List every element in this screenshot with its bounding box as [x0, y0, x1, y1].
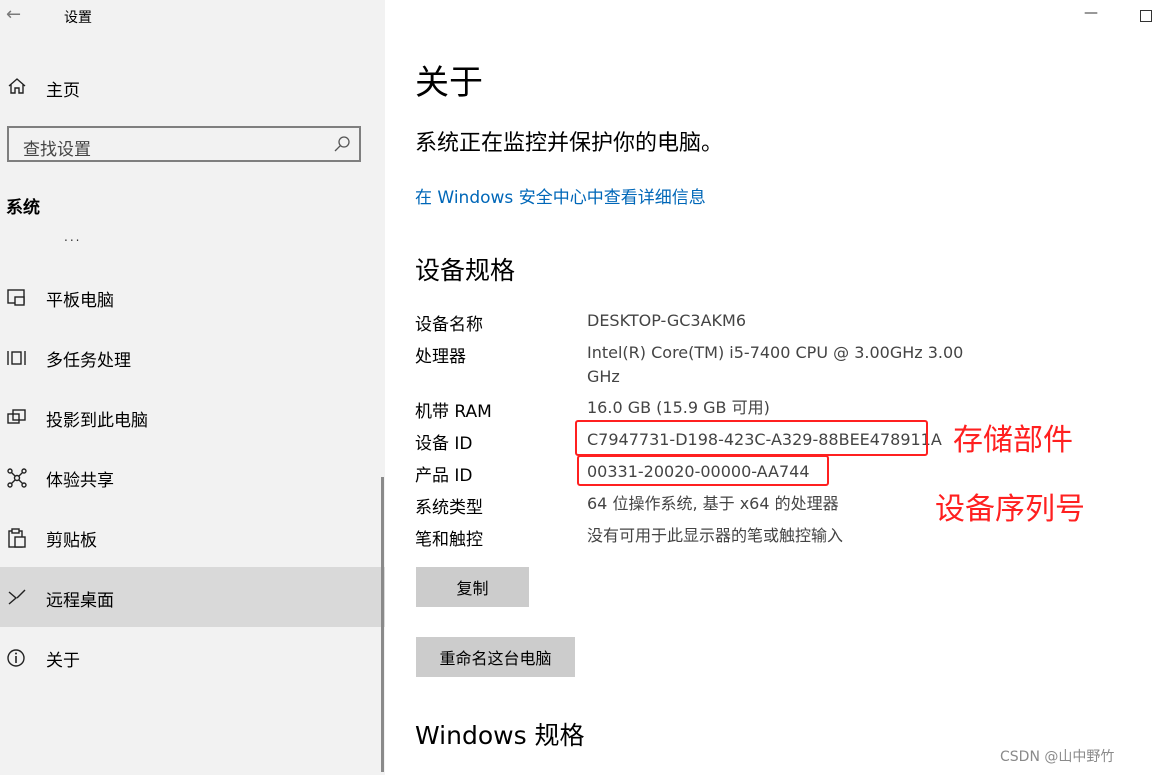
- protection-status: 系统正在监控并保护你的电脑。: [415, 131, 724, 156]
- section-title: 系统: [6, 198, 40, 218]
- more-indicator: ...: [64, 230, 82, 244]
- spec-label-device-name: 设备名称: [415, 315, 483, 335]
- security-center-link[interactable]: 在 Windows 安全中心中查看详细信息: [415, 183, 706, 208]
- sidebar-item-tablet[interactable]: 平板电脑: [0, 267, 385, 327]
- app-title: 设置: [64, 10, 92, 26]
- clipboard-icon: [8, 528, 26, 548]
- search-icon[interactable]: [333, 135, 351, 153]
- spec-label-ram: 机带 RAM: [415, 402, 492, 422]
- spec-value-ram: 16.0 GB (15.9 GB 可用): [587, 398, 770, 417]
- product-id-highlight: [577, 455, 829, 486]
- spec-value-processor: Intel(R) Core(TM) i5-7400 CPU @ 3.00GHz …: [587, 343, 964, 386]
- maximize-button[interactable]: [1140, 10, 1152, 22]
- sidebar-item-label: 投影到此电脑: [46, 411, 148, 431]
- minimize-button[interactable]: —: [1084, 5, 1098, 21]
- sidebar-item-clipboard[interactable]: 剪贴板: [0, 507, 385, 567]
- spec-value-device-name: DESKTOP-GC3AKM6: [587, 311, 747, 330]
- sidebar-item-label: 远程桌面: [46, 591, 114, 611]
- spec-label-product-id: 产品 ID: [415, 466, 473, 486]
- sidebar-item-label: 平板电脑: [46, 291, 114, 311]
- share-icon: [7, 468, 27, 488]
- device-spec-heading: 设备规格: [415, 256, 516, 285]
- windows-spec-heading: Windows 规格: [415, 721, 585, 750]
- sidebar-item-label: 关于: [46, 651, 80, 671]
- sidebar: ← 设置 主页 查找设置 系统 ... 平板电脑 多任务处理 投影到此电脑 体验…: [0, 0, 385, 775]
- home-icon: [8, 78, 26, 94]
- spec-label-pen-touch: 笔和触控: [415, 530, 483, 550]
- sidebar-item-project[interactable]: 投影到此电脑: [0, 387, 385, 447]
- sidebar-item-label: 剪贴板: [46, 531, 97, 551]
- spec-value-system-type: 64 位操作系统, 基于 x64 的处理器: [587, 494, 839, 513]
- back-arrow-icon[interactable]: ←: [6, 6, 21, 24]
- rename-pc-button[interactable]: 重命名这台电脑: [416, 637, 575, 677]
- page-title: 关于: [415, 63, 483, 103]
- sidebar-scrollbar[interactable]: [381, 477, 384, 772]
- product-id-annotation: 设备序列号: [935, 492, 1085, 527]
- copy-button[interactable]: 复制: [416, 567, 529, 607]
- project-icon: [7, 409, 26, 424]
- spec-value-pen-touch: 没有可用于此显示器的笔或触控输入: [587, 526, 844, 545]
- remote-desktop-icon: [8, 589, 26, 605]
- sidebar-item-about[interactable]: 关于: [0, 627, 385, 687]
- sidebar-item-label: 主页: [46, 81, 80, 101]
- spec-label-system-type: 系统类型: [415, 498, 483, 518]
- sidebar-item-share[interactable]: 体验共享: [0, 447, 385, 507]
- watermark: CSDN @山中野竹: [1000, 749, 1115, 765]
- sidebar-item-label: 多任务处理: [46, 351, 131, 371]
- sidebar-item-home[interactable]: 主页: [0, 70, 385, 104]
- info-icon: [7, 649, 25, 667]
- device-id-annotation: 存储部件: [953, 423, 1073, 458]
- multitasking-icon: [7, 351, 26, 365]
- sidebar-item-label: 体验共享: [46, 471, 114, 491]
- sidebar-item-remote-desktop[interactable]: 远程桌面: [0, 567, 385, 627]
- tablet-icon: [7, 289, 25, 306]
- sidebar-item-multitasking[interactable]: 多任务处理: [0, 327, 385, 387]
- spec-label-processor: 处理器: [415, 347, 466, 367]
- device-id-highlight: [575, 420, 928, 456]
- spec-label-device-id: 设备 ID: [415, 434, 473, 454]
- search-input[interactable]: 查找设置: [7, 126, 361, 162]
- search-placeholder: 查找设置: [23, 140, 91, 160]
